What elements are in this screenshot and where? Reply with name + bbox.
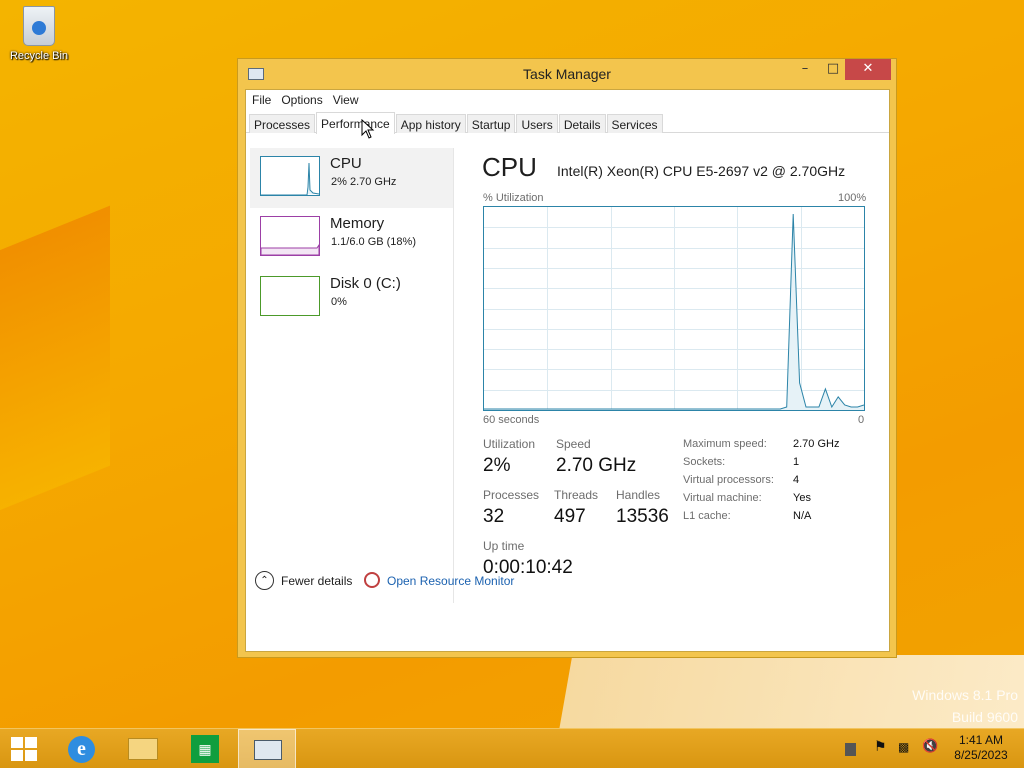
recycle-bin-desktop-icon[interactable]: Recycle Bin bbox=[4, 6, 74, 62]
title-bar[interactable]: Task Manager – □ ✕ bbox=[238, 59, 896, 89]
stat-value: 32 bbox=[483, 506, 505, 527]
task-manager-icon bbox=[254, 740, 282, 760]
task-manager-window: Task Manager – □ ✕ File Options View Pro… bbox=[237, 58, 897, 658]
cpu-thumbnail-graph bbox=[260, 156, 320, 196]
cpu-spec-list: Maximum speed: 2.70 GHz Sockets: 1 Virtual… bbox=[683, 438, 873, 528]
network-icon[interactable]: ▩ bbox=[898, 740, 914, 756]
tab-users[interactable]: Users bbox=[516, 114, 558, 133]
disk-thumbnail-graph bbox=[260, 276, 320, 316]
clock-date: 8/25/2023 bbox=[954, 748, 1008, 762]
recycle-bin-icon bbox=[23, 6, 55, 46]
stat-label: Speed bbox=[556, 437, 591, 451]
stat-processes: Processes 32 bbox=[483, 488, 539, 528]
stat-speed: Speed 2.70 GHz bbox=[556, 437, 636, 477]
stat-label: Up time bbox=[483, 539, 525, 553]
menu-view[interactable]: View bbox=[333, 90, 367, 111]
tab-startup[interactable]: Startup bbox=[466, 114, 516, 133]
file-explorer-icon bbox=[128, 738, 158, 760]
stat-label: Processes bbox=[483, 488, 540, 502]
stat-label: Utilization bbox=[483, 437, 536, 451]
spec-row: Maximum speed: 2.70 GHz bbox=[683, 438, 840, 450]
cpu-utilization-graph-svg bbox=[484, 207, 865, 410]
resource-summary: 0% bbox=[331, 296, 347, 308]
footer-bar: ⌃ Fewer details Open Resource Monitor bbox=[246, 560, 889, 600]
chevron-up-icon[interactable]: ⌃ bbox=[255, 571, 274, 590]
stat-threads: Threads 497 bbox=[554, 488, 598, 528]
stat-label: Handles bbox=[616, 488, 661, 502]
spec-row: Sockets: 1 bbox=[683, 456, 800, 468]
graph-time-label: 60 seconds bbox=[483, 414, 540, 426]
resource-summary: 2% 2.70 GHz bbox=[331, 176, 397, 188]
desktop-background-shape bbox=[0, 205, 110, 535]
detail-title: CPU bbox=[482, 152, 537, 182]
window-client-area: File Options View Processes Performance … bbox=[245, 89, 890, 652]
system-clock[interactable]: 1:41 AM 8/25/2023 bbox=[944, 733, 1018, 763]
action-center-flag-icon[interactable]: ⚑ bbox=[874, 739, 890, 755]
spec-row: L1 cache: N/A bbox=[683, 510, 812, 522]
fewer-details-link[interactable]: Fewer details bbox=[281, 574, 352, 588]
graph-max-label: 100% bbox=[838, 192, 867, 204]
resource-name: Disk 0 (C:) bbox=[330, 275, 401, 292]
resource-list: CPU 2% 2.70 GHz Memory 1.1/6.0 GB (18%) … bbox=[250, 148, 454, 603]
stat-value: 2% bbox=[483, 455, 511, 476]
windows-logo-icon bbox=[11, 737, 37, 761]
windows-watermark: Windows 8.1 Pro Build 9600 bbox=[912, 684, 1018, 728]
taskbar-task-manager[interactable] bbox=[238, 729, 296, 768]
close-button[interactable]: ✕ bbox=[845, 59, 891, 80]
resource-summary: 1.1/6.0 GB (18%) bbox=[331, 236, 416, 248]
cpu-utilization-graph bbox=[483, 206, 865, 411]
menu-bar: File Options View bbox=[246, 90, 889, 111]
tray-overflow-icon[interactable] bbox=[845, 743, 856, 756]
cpu-model-name: Intel(R) Xeon(R) CPU E5-2697 v2 @ 2.70GH… bbox=[557, 163, 846, 179]
tab-app-history[interactable]: App history bbox=[395, 114, 466, 133]
tab-performance[interactable]: Performance bbox=[316, 112, 395, 134]
resource-item-memory[interactable]: Memory 1.1/6.0 GB (18%) bbox=[250, 208, 453, 268]
watermark-build: Build 9600 bbox=[951, 709, 1018, 725]
maximize-button[interactable]: □ bbox=[819, 59, 847, 80]
spec-row: Virtual processors: 4 bbox=[683, 474, 800, 486]
resource-item-disk[interactable]: Disk 0 (C:) 0% bbox=[250, 268, 453, 328]
taskbar: e ▦ ⚑ ▩ 🔇 1:41 AM 8/25/2023 bbox=[0, 728, 1024, 768]
graph-label: % Utilization bbox=[483, 192, 544, 204]
stat-handles: Handles 13536 bbox=[616, 488, 669, 528]
taskbar-store[interactable]: ▦ bbox=[176, 729, 234, 768]
stat-utilization: Utilization 2% bbox=[483, 437, 535, 477]
taskbar-internet-explorer[interactable]: e bbox=[52, 729, 110, 768]
taskbar-file-explorer[interactable] bbox=[114, 729, 172, 768]
internet-explorer-icon: e bbox=[68, 736, 95, 763]
start-button[interactable] bbox=[0, 729, 48, 768]
menu-file[interactable]: File bbox=[252, 90, 279, 111]
mouse-cursor-icon bbox=[361, 119, 375, 139]
watermark-edition: Windows 8.1 Pro bbox=[912, 687, 1018, 703]
recycle-bin-label: Recycle Bin bbox=[9, 50, 69, 62]
minimize-button[interactable]: – bbox=[791, 59, 819, 80]
open-resource-monitor-link[interactable]: Open Resource Monitor bbox=[387, 574, 514, 588]
stat-value: 2.70 GHz bbox=[556, 455, 637, 476]
resource-item-cpu[interactable]: CPU 2% 2.70 GHz bbox=[250, 148, 453, 208]
resource-name: CPU bbox=[330, 155, 362, 172]
stat-value: 13536 bbox=[616, 506, 669, 527]
tab-strip: Processes Performance App history Startu… bbox=[246, 111, 889, 139]
clock-time: 1:41 AM bbox=[958, 733, 1004, 747]
resource-monitor-icon[interactable] bbox=[364, 572, 380, 588]
menu-options[interactable]: Options bbox=[281, 90, 330, 111]
graph-min-label: 0 bbox=[858, 414, 865, 426]
stat-value: 497 bbox=[554, 506, 586, 527]
spec-row: Virtual machine: Yes bbox=[683, 492, 811, 504]
resource-name: Memory bbox=[330, 215, 385, 232]
memory-thumbnail-graph bbox=[260, 216, 320, 256]
stat-label: Threads bbox=[554, 488, 599, 502]
tab-details[interactable]: Details bbox=[558, 114, 606, 133]
tab-services[interactable]: Services bbox=[606, 114, 663, 133]
store-icon: ▦ bbox=[191, 735, 219, 763]
volume-muted-icon[interactable]: 🔇 bbox=[922, 739, 938, 755]
tab-processes[interactable]: Processes bbox=[249, 114, 316, 133]
